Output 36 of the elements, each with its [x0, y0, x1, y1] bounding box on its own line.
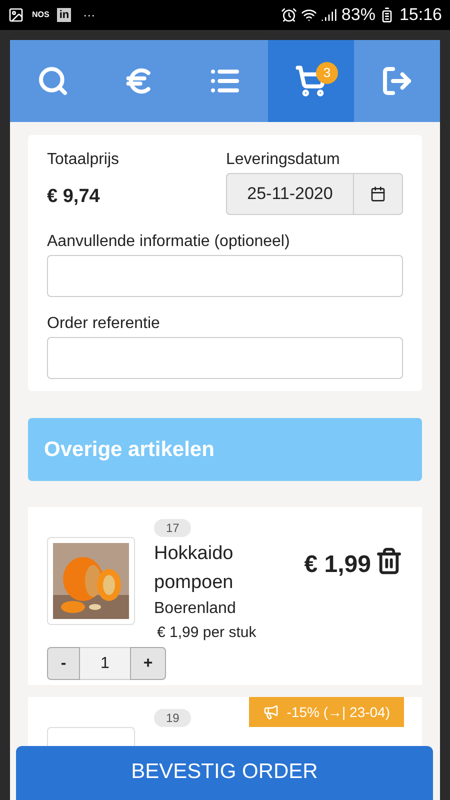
section-header: Overige artikelen: [28, 418, 422, 481]
notification-text: ···: [83, 7, 96, 24]
cart-count-badge: 3: [316, 62, 338, 84]
total-label: Totaalprijs: [47, 150, 120, 170]
search-icon: [37, 65, 69, 97]
reference-field[interactable]: [47, 337, 403, 379]
increase-button[interactable]: +: [130, 647, 166, 680]
megaphone-icon: [262, 704, 279, 720]
confirm-order-button[interactable]: BEVESTIG ORDER: [16, 746, 433, 800]
info-label: Aanvullende informatie (optioneel): [47, 232, 291, 252]
item-number-badge: 17: [154, 519, 192, 537]
decrease-button[interactable]: -: [47, 647, 80, 680]
item-number-badge: 19: [154, 709, 192, 727]
total-price: € 9,74: [47, 185, 101, 209]
wifi-icon: [301, 7, 318, 23]
supplier-name: Boerenland: [154, 599, 236, 619]
item-price: € 1,99: [304, 550, 371, 580]
info-field[interactable]: [47, 255, 403, 297]
promo-text: -15% (→| 23-04): [286, 702, 390, 722]
battery-percentage: 83%: [341, 4, 376, 26]
logout-icon: [381, 65, 413, 97]
reference-label: Order referentie: [47, 314, 161, 334]
clock: 15:16: [399, 4, 442, 26]
signal-icon: [321, 7, 338, 23]
notification-text: NOS: [32, 9, 50, 21]
calendar-icon: [370, 186, 386, 202]
date-field[interactable]: 25-11-2020: [226, 173, 354, 215]
calendar-button[interactable]: [354, 173, 403, 215]
product-name: Hokkaido pompoen: [154, 542, 234, 595]
notification-text: in: [57, 8, 72, 22]
gallery-icon: [8, 7, 24, 23]
alarm-icon: [281, 7, 298, 23]
quantity-field[interactable]: 1: [80, 647, 130, 680]
trash-icon[interactable]: [375, 547, 403, 575]
unit-price: € 1,99 per stuk: [157, 623, 256, 643]
date-label: Leveringsdatum: [226, 150, 341, 170]
